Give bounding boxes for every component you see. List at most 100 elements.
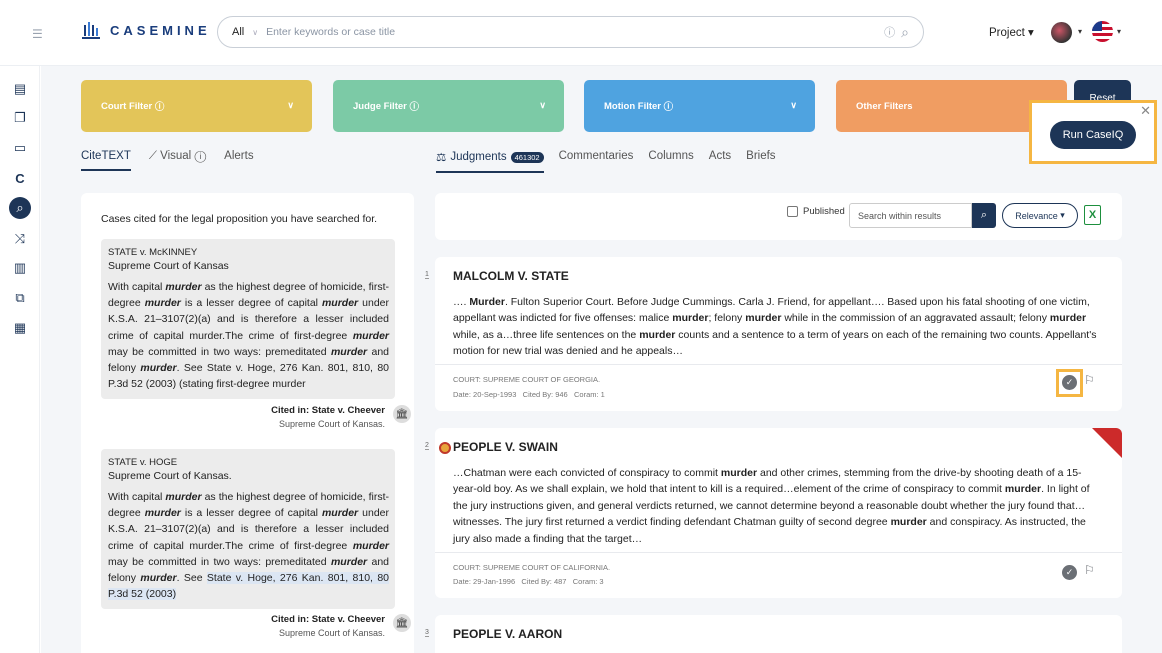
documents-icon[interactable]: ⧉ bbox=[9, 287, 31, 309]
tab-commentaries[interactable]: Commentaries bbox=[559, 150, 634, 173]
cited-by-value: 487 bbox=[553, 577, 567, 586]
cited-in-label: Cited in: bbox=[271, 614, 310, 625]
citetext-panel: Cases cited for the legal proposition yo… bbox=[81, 193, 414, 653]
folders-icon[interactable]: ❐ bbox=[9, 107, 31, 129]
cited-by-label: Cited By: bbox=[522, 390, 554, 399]
published-checkbox[interactable]: Published bbox=[787, 206, 845, 217]
cited-in-row: Cited in: State v. Cheever Supreme Court… bbox=[241, 614, 411, 638]
gavel-icon: ⚖ bbox=[436, 152, 447, 164]
coram-label: Coram: bbox=[573, 390, 599, 399]
result-card[interactable]: 3 PEOPLE V. AARON bbox=[425, 615, 1122, 653]
result-card[interactable]: 1 MALCOLM V. STATE …. Murder. Fulton Sup… bbox=[425, 257, 1122, 411]
tab-visual[interactable]: ⟋ Visual ⓘ bbox=[149, 150, 206, 171]
bookmark-icon[interactable]: ⚐ bbox=[1084, 563, 1095, 577]
tab-acts[interactable]: Acts bbox=[709, 150, 731, 173]
result-title[interactable]: MALCOLM V. STATE bbox=[453, 269, 569, 283]
result-meta: Date: 20-Sep-1993 Cited By: 946 Coram: 1 bbox=[453, 390, 605, 399]
book-icon[interactable]: ▥ bbox=[9, 257, 31, 279]
excel-export-icon[interactable]: X bbox=[1084, 205, 1101, 225]
search-within-button[interactable]: ⌕ bbox=[972, 203, 996, 228]
caseiq-icon[interactable]: C bbox=[9, 167, 31, 189]
avatar[interactable] bbox=[1051, 22, 1072, 43]
result-title[interactable]: PEOPLE V. AARON bbox=[453, 627, 562, 641]
project-menu[interactable]: Project ▾ bbox=[989, 25, 1034, 39]
sort-label: Relevance bbox=[1015, 210, 1058, 221]
run-caseiq-button[interactable]: Run CaseIQ bbox=[1050, 121, 1136, 149]
result-excerpt: …Chatman were each convicted of conspira… bbox=[453, 467, 1090, 545]
tab-columns[interactable]: Columns bbox=[648, 150, 693, 173]
tab-briefs[interactable]: Briefs bbox=[746, 150, 775, 173]
shuffle-icon[interactable]: ⤨ bbox=[9, 228, 31, 250]
cited-in-label: Cited in: bbox=[271, 405, 310, 416]
caseiq-popup: ✕ Run CaseIQ bbox=[1029, 100, 1157, 164]
result-title[interactable]: PEOPLE V. SWAIN bbox=[453, 440, 558, 454]
close-icon[interactable]: ✕ bbox=[1140, 103, 1151, 119]
search-input[interactable] bbox=[266, 26, 885, 38]
result-number: 1 bbox=[425, 271, 429, 279]
cited-by-label: Cited By: bbox=[521, 577, 552, 586]
chevron-down-icon[interactable]: ∨ bbox=[252, 28, 258, 37]
courthouse-icon[interactable]: 🏛 bbox=[393, 614, 411, 632]
courthouse-icon[interactable]: 🏛 bbox=[393, 405, 411, 423]
cited-case-excerpt: With capital murder as the highest degre… bbox=[108, 281, 390, 391]
project-label: Project bbox=[989, 27, 1025, 39]
search-scope-select[interactable]: All bbox=[232, 26, 244, 38]
judge-filter-label: Judge Filter bbox=[353, 100, 407, 112]
menu-icon[interactable]: ☰ bbox=[32, 27, 43, 41]
cited-case-card[interactable]: STATE v. HOGE Supreme Court of Kansas. W… bbox=[101, 449, 395, 609]
us-flag-icon[interactable] bbox=[1092, 21, 1113, 42]
checkbox-box[interactable] bbox=[787, 206, 798, 217]
cited-case-court: Supreme Court of Kansas. bbox=[108, 470, 232, 482]
reports-icon[interactable]: ▦ bbox=[9, 317, 31, 339]
search-within-results-input[interactable]: Search within results bbox=[849, 203, 972, 228]
left-sidebar: ▤ ❐ ▭ C ⌕ ⤨ ▥ ⧉ ▦ bbox=[0, 66, 40, 653]
date-label: Date: bbox=[453, 577, 471, 586]
corner-flag-icon bbox=[1092, 428, 1122, 458]
logo-text: CASEMINE bbox=[110, 22, 211, 38]
search-icon[interactable]: ⌕ bbox=[901, 24, 909, 41]
other-filters-label: Other Filters bbox=[856, 100, 913, 112]
search-nav-icon[interactable]: ⌕ bbox=[9, 197, 31, 219]
avatar-caret-icon[interactable]: ▾ bbox=[1078, 27, 1082, 36]
cited-in-row: Cited in: State v. Cheever Supreme Court… bbox=[241, 405, 411, 429]
result-number: 2 bbox=[425, 442, 429, 450]
result-court: COURT: SUPREME COURT OF CALIFORNIA. bbox=[453, 563, 611, 572]
chevron-down-icon: ∨ bbox=[539, 100, 546, 110]
cited-in-court: Supreme Court of Kansas. bbox=[278, 419, 385, 429]
cited-in-court: Supreme Court of Kansas. bbox=[278, 628, 385, 638]
tab-judgments-label: Judgments bbox=[450, 151, 507, 163]
language-caret-icon[interactable]: ▾ bbox=[1117, 27, 1121, 36]
tab-citetext[interactable]: CiteTEXT bbox=[81, 150, 131, 171]
cited-in-case[interactable]: State v. Cheever bbox=[312, 405, 385, 416]
count-badge: 461302 bbox=[510, 151, 544, 163]
motion-filter-label: Motion Filter bbox=[604, 100, 661, 112]
dashboard-icon[interactable]: ▤ bbox=[9, 78, 31, 100]
tab-visual-label: Visual bbox=[160, 150, 192, 162]
result-card[interactable]: 2 PEOPLE V. SWAIN …Chatman were each con… bbox=[425, 428, 1122, 598]
result-court: COURT: SUPREME COURT OF GEORGIA. bbox=[453, 375, 601, 384]
court-filter[interactable]: Court Filter ⓘ ∨ bbox=[81, 80, 312, 132]
result-excerpt: …. Murder. Fulton Superior Court. Before… bbox=[453, 296, 1097, 358]
cited-in-case[interactable]: State v. Cheever bbox=[312, 614, 385, 625]
tab-alerts[interactable]: Alerts bbox=[224, 150, 253, 171]
bookmark-icon[interactable]: ⚐ bbox=[1084, 373, 1095, 387]
check-icon[interactable]: ✓ bbox=[1062, 375, 1077, 390]
divider bbox=[435, 364, 1122, 365]
cited-case-court: Supreme Court of Kansas bbox=[108, 260, 229, 272]
main-content: Court Filter ⓘ ∨ Judge Filter ⓘ ∨ Motion… bbox=[41, 66, 1162, 653]
info-icon[interactable]: ⓘ bbox=[884, 24, 895, 40]
court-filter-label: Court Filter bbox=[101, 100, 153, 112]
flag-dot-icon bbox=[439, 442, 451, 454]
info-icon: ⓘ bbox=[194, 150, 207, 162]
motion-filter[interactable]: Motion Filter ⓘ ∨ bbox=[584, 80, 815, 132]
logo-mark-icon bbox=[82, 22, 100, 39]
judge-filter[interactable]: Judge Filter ⓘ ∨ bbox=[333, 80, 564, 132]
check-icon[interactable]: ✓ bbox=[1062, 565, 1077, 580]
sort-dropdown[interactable]: Relevance ▾ bbox=[1002, 203, 1078, 228]
logo[interactable]: CASEMINE bbox=[80, 19, 211, 41]
chat-icon[interactable]: ▭ bbox=[9, 137, 31, 159]
tab-judgments[interactable]: ⚖ Judgments 461302 bbox=[436, 150, 544, 173]
results-toolbar: Published Search within results ⌕ Releva… bbox=[435, 193, 1122, 240]
cited-case-card[interactable]: STATE v. McKINNEY Supreme Court of Kansa… bbox=[101, 239, 395, 399]
result-meta: Date: 29-Jan-1996 Cited By: 487 Coram: 3 bbox=[453, 577, 604, 586]
